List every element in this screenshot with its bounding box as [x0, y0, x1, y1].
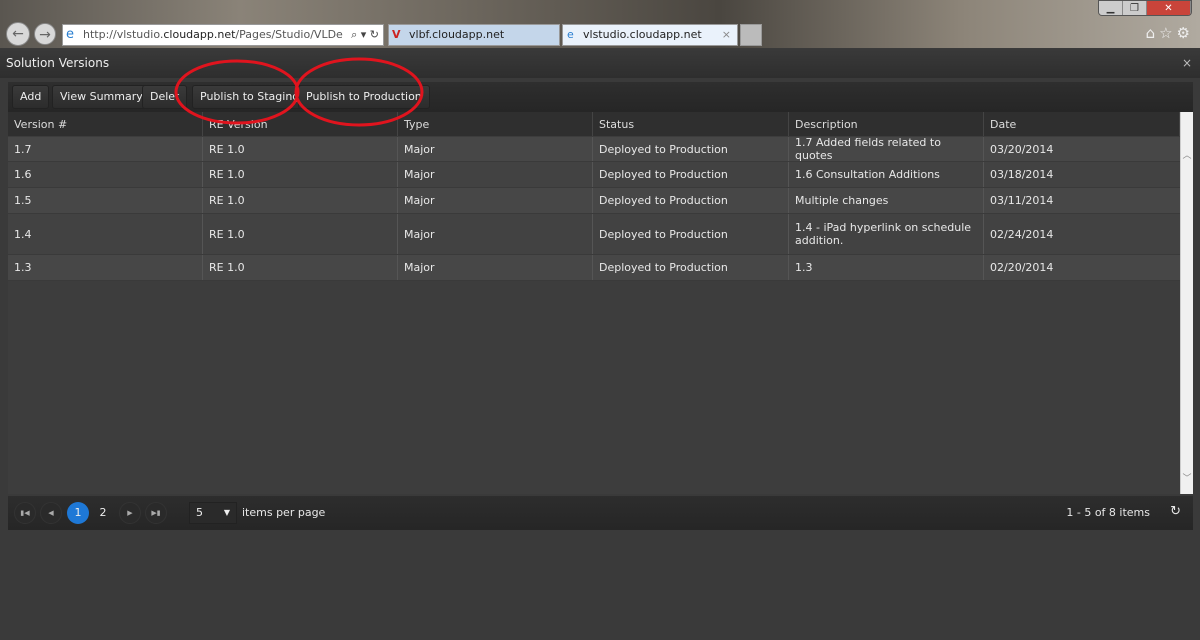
cell-description: 1.4 - iPad hyperlink on schedule additio… [789, 214, 984, 254]
cell-type: Major [398, 255, 593, 280]
column-header-description[interactable]: Description [789, 112, 984, 136]
refresh-icon[interactable]: ↻ [1170, 504, 1181, 519]
cell-date: 03/11/2014 [990, 194, 1054, 207]
cell-date: 03/18/2014 [990, 168, 1054, 181]
address-bar[interactable]: e http://vlstudio.cloudapp.net/Pages/Stud… [62, 24, 384, 46]
close-window-button[interactable]: ✕ [1147, 1, 1191, 15]
minimize-button[interactable]: ▁ [1099, 1, 1123, 15]
versions-grid: Version # RE Version Type Status Descrip… [8, 112, 1193, 494]
column-header-date[interactable]: Date [984, 112, 1180, 136]
cell-description: Multiple changes [789, 188, 984, 213]
url-domain: cloudapp.net [163, 28, 236, 41]
add-button[interactable]: Add [12, 85, 50, 109]
view-summary-button[interactable]: View Summary [52, 85, 151, 109]
cell-date: 03/20/2014 [990, 142, 1054, 156]
tab-label: vlstudio.cloudapp.net [583, 28, 702, 41]
column-header-type[interactable]: Type [398, 112, 593, 136]
restore-button[interactable]: ❐ [1123, 1, 1147, 15]
scroll-down-icon[interactable]: ﹀ [1181, 471, 1193, 484]
star-icon[interactable]: ☆ [1159, 24, 1176, 42]
cell-version: 1.4 [8, 214, 203, 254]
search-refresh-icon[interactable]: ⌕ ▾ ↻ [351, 25, 379, 45]
cell-status: Deployed to Production [593, 255, 789, 280]
tab-vlbf[interactable]: Vvlbf.cloudapp.net [388, 24, 560, 46]
tab-label: vlbf.cloudapp.net [409, 28, 505, 41]
home-icon[interactable]: ⌂ [1146, 24, 1160, 42]
vertical-scrollbar[interactable]: ︿ ﹀ [1180, 112, 1193, 494]
cell-date: 02/24/2014 [990, 227, 1054, 241]
dialog-titlebar: Solution Versions × [0, 48, 1200, 78]
table-row[interactable]: 1.7 RE 1.0 Major Deployed to Production 1.7 … [8, 137, 1180, 162]
pager: ▮◀ ◀ 1 2 ▶ ▶▮ 5 ▼ items per page 1 - 5 of… [8, 496, 1193, 530]
forward-button[interactable]: → [34, 23, 56, 45]
cell-re-version: RE 1.0 [203, 162, 398, 187]
cell-version: 1.5 [8, 188, 203, 213]
table-row[interactable]: 1.3 RE 1.0 Major Deployed to Production 1.3 0… [8, 255, 1180, 281]
tab-vlstudio[interactable]: e vlstudio.cloudapp.net × [562, 24, 738, 46]
ie-icon: e [567, 28, 574, 41]
prev-page-button[interactable]: ◀ [40, 502, 62, 524]
page-2-button[interactable]: 2 [92, 502, 114, 524]
publish-to-production-button[interactable]: Publish to Production [298, 85, 430, 109]
cell-description: 1.7 Added fields related to quotes [789, 137, 984, 161]
cell-type: Major [398, 137, 593, 161]
cell-type: Major [398, 188, 593, 213]
table-row[interactable]: 1.5 RE 1.0 Major Deployed to Production Mult… [8, 188, 1180, 214]
cell-version: 1.3 [8, 255, 203, 280]
cell-status: Deployed to Production [593, 214, 789, 254]
publish-to-staging-button[interactable]: Publish to Staging [192, 85, 308, 109]
chevron-down-icon: ▼ [223, 508, 230, 517]
first-page-button[interactable]: ▮◀ [14, 502, 36, 524]
url-prefix: http://vlstudio. [83, 28, 164, 41]
ie-icon: e [66, 27, 74, 42]
vl-icon: V [392, 28, 401, 41]
page-size-select[interactable]: 5 ▼ [189, 502, 237, 524]
close-dialog-icon[interactable]: × [1182, 48, 1192, 78]
cell-re-version: RE 1.0 [203, 255, 398, 280]
grid-header: Version # RE Version Type Status Descrip… [8, 112, 1180, 136]
toolbar: Add View Summary Delet Publish to Stagin… [8, 82, 1193, 112]
table-row[interactable]: 1.4 RE 1.0 Major Deployed to Production 1.4 … [8, 214, 1180, 255]
pager-summary: 1 - 5 of 8 items [1066, 506, 1150, 519]
cell-description: 1.6 Consultation Additions [789, 162, 984, 187]
scroll-up-icon[interactable]: ︿ [1181, 148, 1193, 161]
browser-chrome: ← → e http://vlstudio.cloudapp.net/Pages/… [0, 0, 1200, 48]
page-size-value: 5 [196, 506, 203, 519]
cell-version: 1.7 [8, 137, 203, 161]
url-path: /Pages/Studio/VLDe [235, 28, 343, 41]
next-page-button[interactable]: ▶ [119, 502, 141, 524]
window-controls: ▁ ❐ ✕ [1098, 0, 1192, 16]
gear-icon[interactable]: ⚙ [1177, 24, 1194, 42]
table-row[interactable]: 1.6 RE 1.0 Major Deployed to Production 1.6 … [8, 162, 1180, 188]
cell-type: Major [398, 162, 593, 187]
back-button[interactable]: ← [6, 22, 30, 46]
cell-date: 02/20/2014 [990, 261, 1054, 274]
cell-version: 1.6 [8, 162, 203, 187]
cell-type: Major [398, 214, 593, 254]
column-header-version[interactable]: Version # [8, 112, 203, 136]
new-tab-button[interactable] [740, 24, 762, 46]
cell-status: Deployed to Production [593, 137, 789, 161]
cell-status: Deployed to Production [593, 188, 789, 213]
delete-button[interactable]: Delet [142, 85, 188, 109]
items-per-page-label: items per page [242, 506, 326, 519]
cell-description: 1.3 [789, 255, 984, 280]
cell-status: Deployed to Production [593, 162, 789, 187]
page-1-button[interactable]: 1 [67, 502, 89, 524]
cell-re-version: RE 1.0 [203, 188, 398, 213]
tab-close-icon[interactable]: × [722, 25, 731, 45]
last-page-button[interactable]: ▶▮ [145, 502, 167, 524]
column-header-re-version[interactable]: RE Version [203, 112, 398, 136]
cell-re-version: RE 1.0 [203, 214, 398, 254]
column-header-status[interactable]: Status [593, 112, 789, 136]
cell-re-version: RE 1.0 [203, 137, 398, 161]
dialog-title: Solution Versions [6, 56, 110, 70]
